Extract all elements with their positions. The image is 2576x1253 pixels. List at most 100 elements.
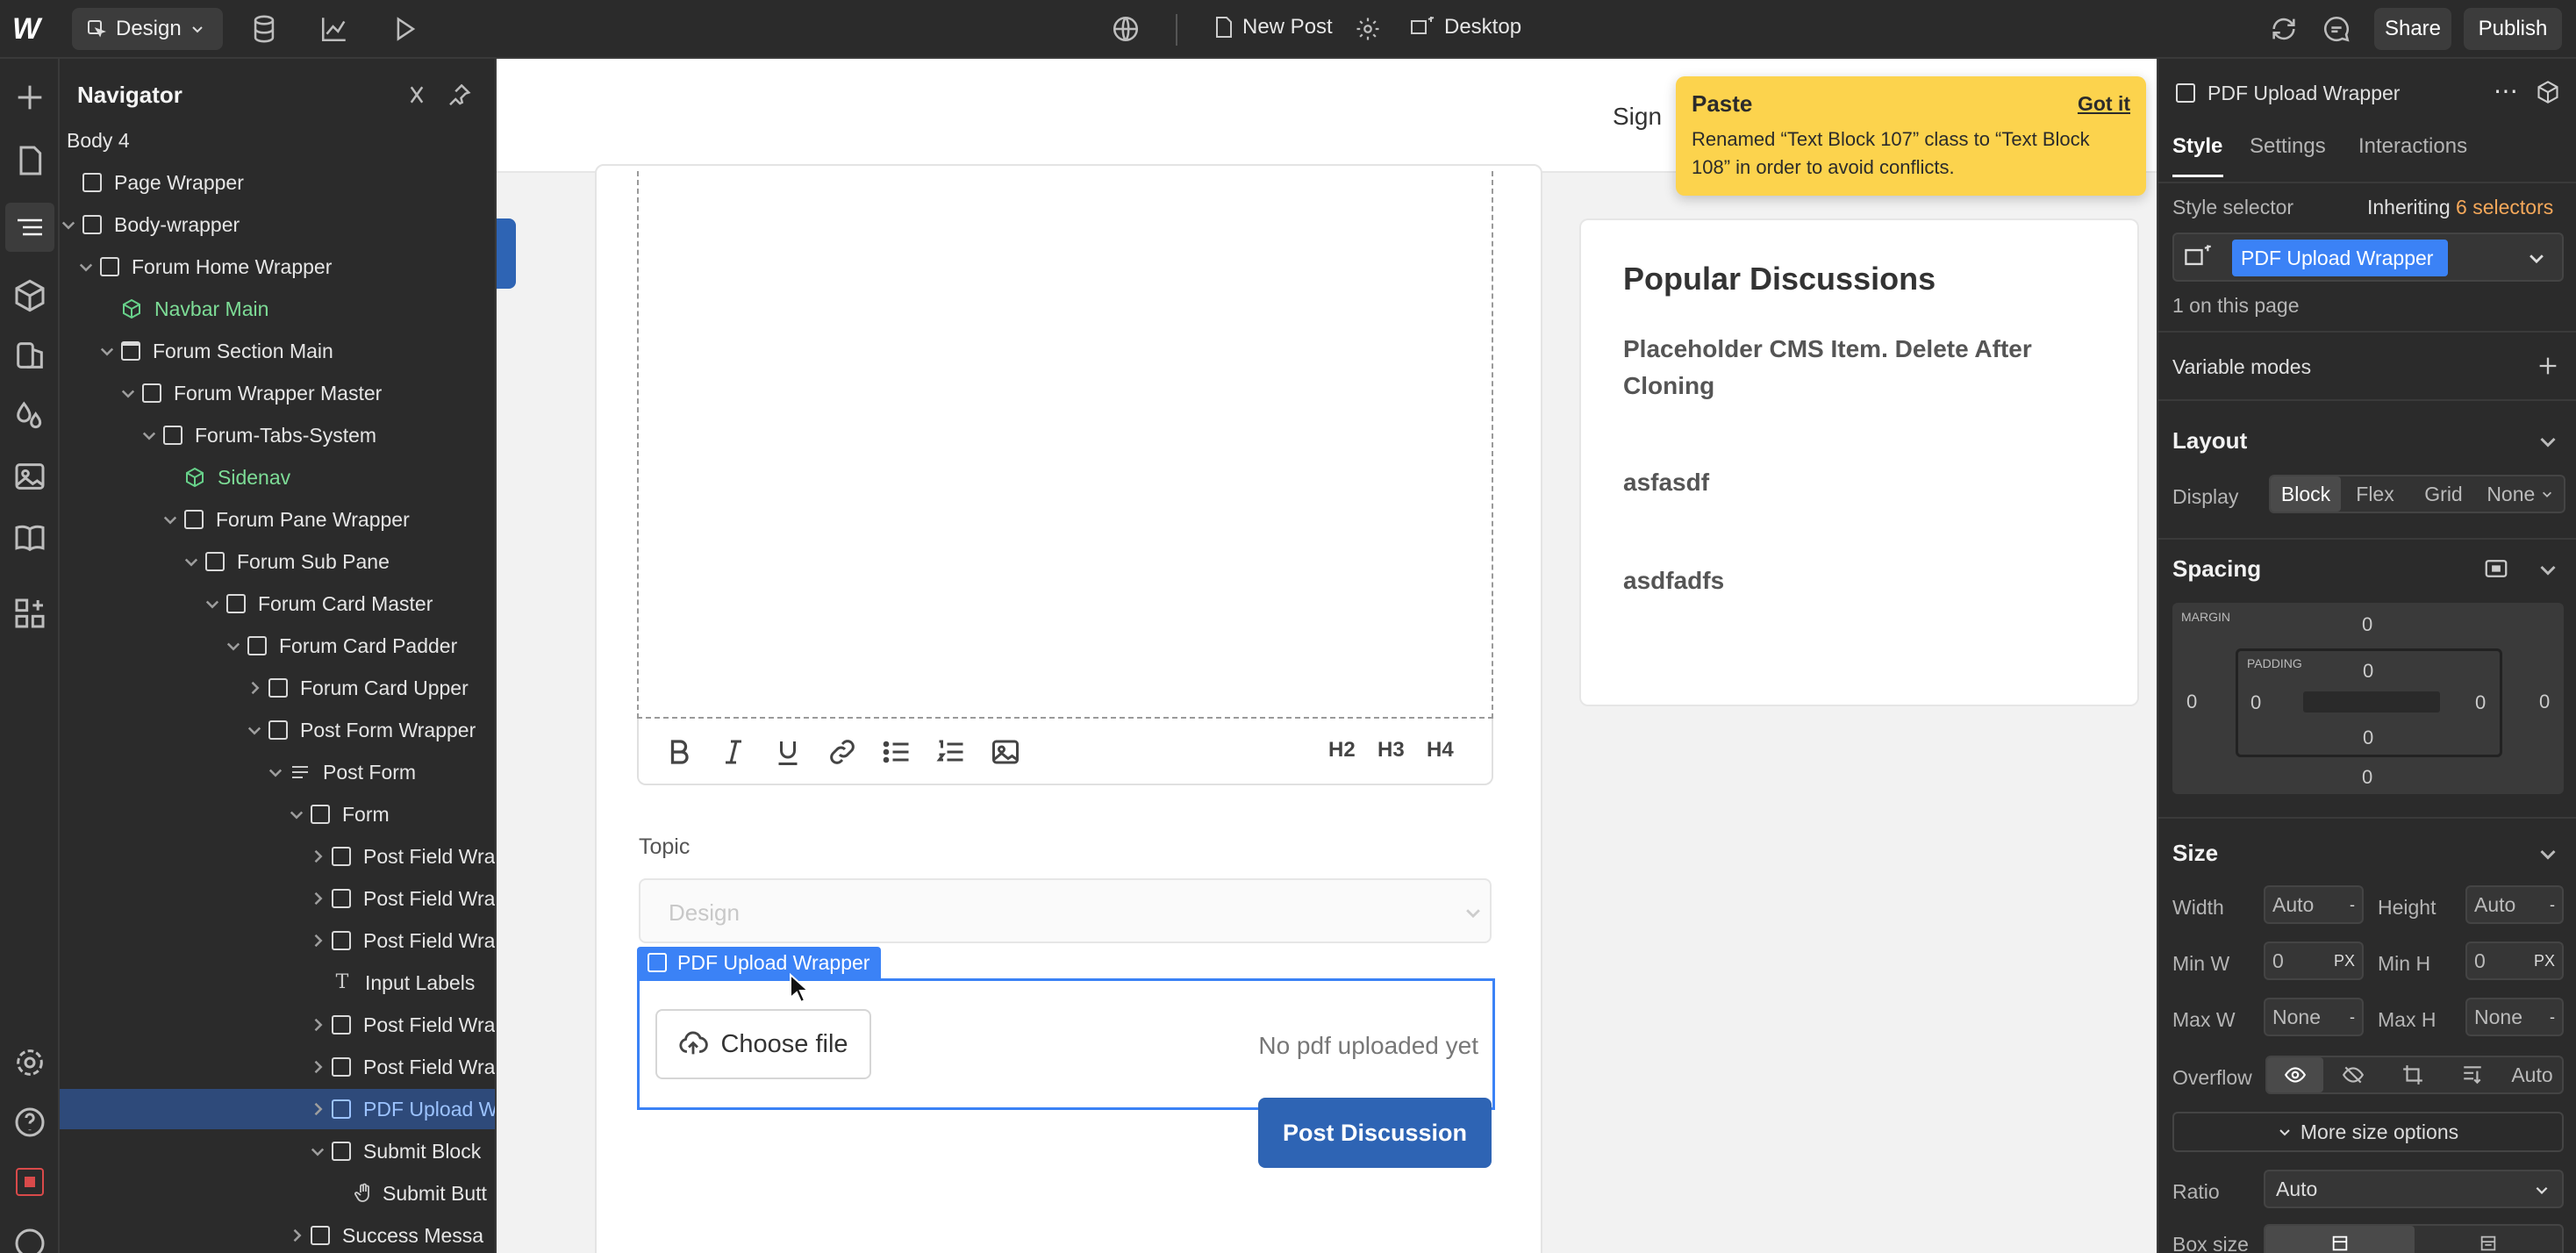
more-options-icon[interactable]: ⋯ [2494,76,2518,105]
navigator-item[interactable]: Forum Pane Wrapper [60,499,495,540]
box-size-content-option[interactable] [2415,1226,2562,1253]
navigator-item[interactable]: Forum Section Main [60,331,495,371]
chevron-down-icon[interactable] [2527,248,2546,268]
chevron-down-icon[interactable] [267,763,284,781]
max-width-input[interactable]: None - [2264,998,2364,1036]
navigator-item[interactable]: Forum Card Master [60,584,495,624]
padding-top-value[interactable]: 0 [2363,660,2373,683]
spacing-presets-icon[interactable] [2483,555,2509,582]
component-cube-icon[interactable] [2536,80,2560,104]
chevron-down-icon[interactable] [2537,843,2558,864]
chevron-right-icon[interactable] [288,1227,305,1244]
chevron-down-icon[interactable] [309,1142,326,1160]
navigator-item[interactable]: Body-wrapper [60,204,495,245]
display-none-select[interactable]: None [2478,476,2562,512]
rich-text-editor-area[interactable] [637,171,1493,719]
add-elements-plus-icon[interactable] [12,80,47,115]
bullet-list-icon[interactable] [881,736,912,768]
sync-refresh-icon[interactable] [2269,14,2299,44]
analytics-chart-icon[interactable] [319,14,349,44]
cms-book-icon[interactable] [12,520,47,555]
numbered-list-icon[interactable] [935,736,967,768]
underline-icon[interactable] [772,736,804,768]
italic-icon[interactable] [718,736,749,768]
min-height-input[interactable]: 0 PX [2465,942,2564,980]
pin-icon[interactable] [446,82,472,108]
size-section-title[interactable]: Size [2172,840,2218,867]
popular-discussion-item[interactable]: asdfadfs [1623,562,2097,599]
webflow-logo-icon[interactable]: W [12,14,47,44]
overflow-scroll-option[interactable] [2383,1057,2443,1092]
chevron-down-icon[interactable] [288,806,305,823]
apps-grid-icon[interactable] [12,596,47,631]
display-flex[interactable]: Flex [2341,476,2409,512]
post-discussion-button[interactable]: Post Discussion [1258,1098,1492,1168]
chevron-down-icon[interactable] [225,637,242,655]
chevron-down-icon[interactable] [140,426,158,444]
margin-bottom-value[interactable]: 0 [2362,766,2372,789]
navigator-item[interactable]: Submit Block [60,1131,495,1171]
components-cube-icon[interactable] [12,278,47,313]
style-selectors-icon[interactable] [12,338,47,373]
popular-discussion-item[interactable]: Placeholder CMS Item. Delete After Cloni… [1623,331,2097,405]
navigator-item[interactable]: Forum Home Wrapper [60,247,495,287]
navigator-item[interactable]: Post Form [60,752,495,792]
insert-image-icon[interactable] [990,736,1021,768]
margin-top-value[interactable]: 0 [2362,613,2372,636]
sidenav-active-tab[interactable] [497,218,516,289]
collapse-all-icon[interactable] [404,82,430,108]
padding-bottom-value[interactable]: 0 [2363,727,2373,749]
padding-right-value[interactable]: 0 [2475,691,2486,714]
navigator-item[interactable]: PDF Upload W [60,1089,495,1129]
record-icon[interactable] [16,1168,44,1196]
chevron-right-icon[interactable] [246,679,263,697]
mode-switcher[interactable]: Design [72,8,223,50]
margin-right-value[interactable]: 0 [2539,691,2550,713]
globe-icon[interactable] [1111,14,1141,44]
max-height-input[interactable]: None - [2465,998,2564,1036]
navigator-item[interactable]: Form [60,794,495,834]
design-canvas[interactable]: Sign H2 H3 H4 Topic Design PDF Upload Wr… [497,59,2157,1253]
height-input[interactable]: Auto - [2465,885,2564,924]
selector-chip[interactable]: PDF Upload Wrapper [2232,240,2448,276]
navigator-active-bg[interactable] [5,203,54,252]
chevron-right-icon[interactable] [309,1016,326,1034]
selector-input[interactable]: PDF Upload Wrapper [2172,233,2564,282]
chevron-right-icon[interactable] [309,890,326,907]
chevron-down-icon[interactable] [98,342,116,360]
settings-gear-icon[interactable] [12,1045,47,1080]
comments-icon[interactable] [2322,14,2351,44]
chevron-down-icon[interactable] [246,721,263,739]
navigator-item[interactable]: Success Messa [60,1215,495,1253]
breakpoint-selector[interactable]: Desktop [1409,15,1521,39]
navigator-item[interactable]: Post Field Wra [60,1047,495,1087]
heading-3-button[interactable]: H3 [1377,738,1405,763]
navigator-item[interactable]: Post Field Wra [60,878,495,919]
pdf-upload-wrapper[interactable]: Choose file No pdf uploaded yet [637,978,1495,1110]
padding-left-value[interactable]: 0 [2250,691,2261,714]
box-size-border-option[interactable] [2265,1226,2415,1253]
navigator-item[interactable]: Post Field Wra [60,836,495,877]
inheriting-info[interactable]: Inheriting 6 selectors [2367,196,2553,219]
tab-style[interactable]: Style [2172,134,2222,159]
chevron-right-icon[interactable] [309,932,326,949]
chevron-down-icon[interactable] [77,258,95,276]
display-block[interactable]: Block [2271,476,2341,512]
variables-drops-icon[interactable] [12,399,47,434]
page-selector[interactable]: New Post [1214,15,1333,39]
overflow-visible-option[interactable] [2267,1057,2323,1092]
pages-icon[interactable] [12,143,47,178]
navigator-item[interactable]: Forum Wrapper Master [60,373,495,413]
min-width-unit[interactable]: PX [2334,952,2355,970]
chevron-right-icon[interactable] [309,1100,326,1118]
selected-element-tag[interactable]: PDF Upload Wrapper [637,947,881,978]
audit-icon[interactable] [12,1226,47,1253]
ratio-select[interactable]: Auto [2264,1170,2564,1208]
navigator-item[interactable]: Post Form Wrapper [60,710,495,750]
chevron-down-icon[interactable] [2537,559,2558,580]
navigator-item[interactable]: Submit Butt [60,1173,495,1214]
page-settings-gear-icon[interactable] [1355,16,1381,42]
overflow-clip-option[interactable] [2443,1057,2502,1092]
topic-select[interactable]: Design [639,878,1492,943]
navigator-item[interactable]: Forum-Tabs-System [60,415,495,455]
